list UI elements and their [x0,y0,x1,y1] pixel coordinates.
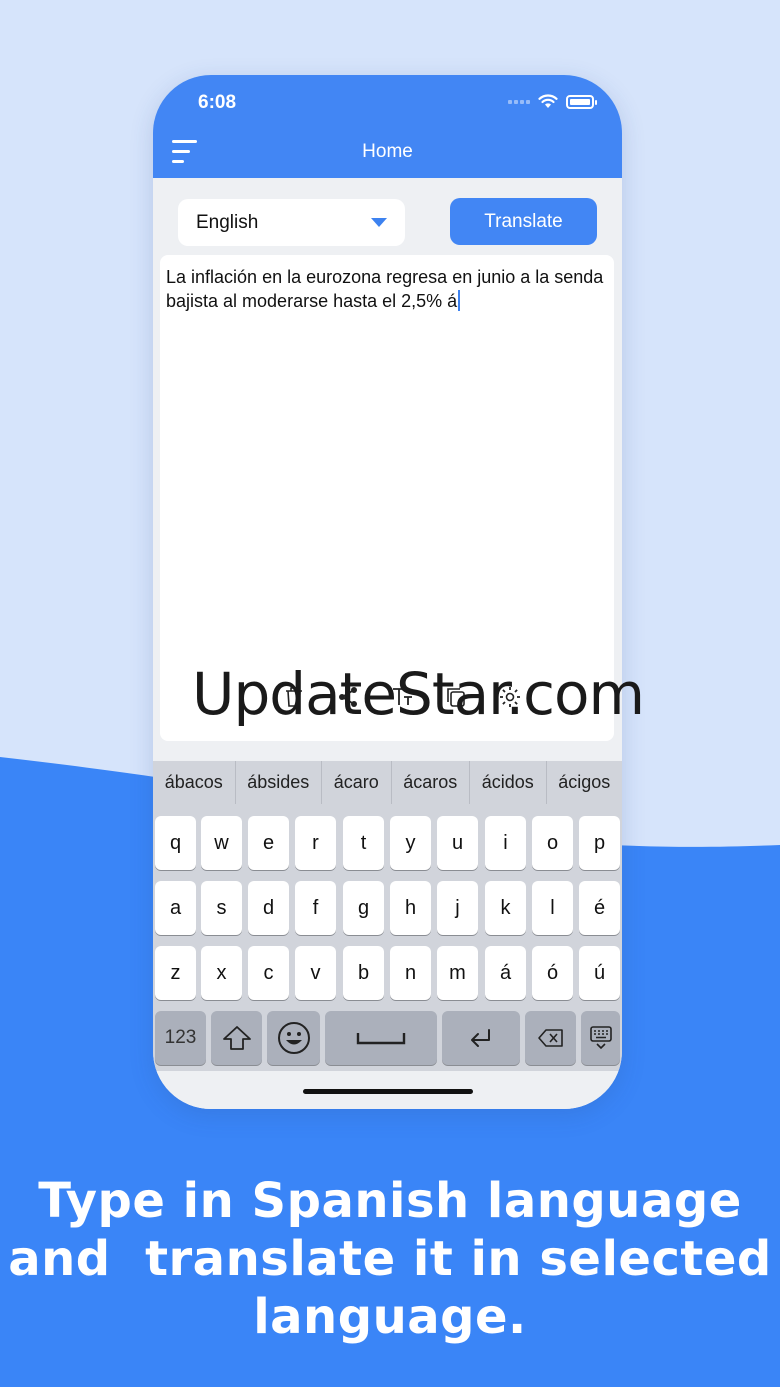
key-s[interactable]: s [201,881,242,935]
battery-icon [566,94,597,109]
key-n[interactable]: n [390,946,431,1000]
share-icon[interactable] [336,685,360,709]
phone-mockup: 6:08 Home English Translate La inflación… [153,75,622,1109]
emoji-key[interactable] [267,1011,320,1065]
key-w[interactable]: w [201,816,242,870]
home-indicator[interactable] [303,1089,473,1094]
text-format-icon[interactable] [390,685,414,709]
shift-key[interactable] [211,1011,262,1065]
key-y[interactable]: y [390,816,431,870]
copy-icon[interactable] [444,685,468,709]
key-x[interactable]: x [201,946,242,1000]
key-r[interactable]: r [295,816,336,870]
wifi-icon [538,94,558,108]
key-p[interactable]: p [579,816,620,870]
key-d[interactable]: d [248,881,289,935]
backspace-icon [537,1029,563,1047]
key-i[interactable]: i [485,816,526,870]
suggestion-item[interactable]: ácaros [392,761,471,804]
return-key[interactable] [442,1011,520,1065]
signal-icon [508,99,530,104]
numbers-key[interactable]: 123 [155,1011,206,1065]
source-text-area[interactable]: La inflación en la eurozona regresa en j… [160,255,614,741]
language-select[interactable]: English [178,199,405,246]
status-time: 6:08 [198,92,237,113]
key-g[interactable]: g [343,881,384,935]
key-e[interactable]: e [248,816,289,870]
settings-gear-icon[interactable] [498,685,522,709]
key-j[interactable]: j [437,881,478,935]
key-m[interactable]: m [437,946,478,1000]
source-text-content: La inflación en la eurozona regresa en j… [166,265,604,313]
page-title: Home [362,141,413,162]
key-e-acute[interactable]: é [579,881,620,935]
key-v[interactable]: v [295,946,336,1000]
key-o[interactable]: o [532,816,573,870]
key-c[interactable]: c [248,946,289,1000]
emoji-icon [277,1022,310,1054]
caption-line: language. [253,1289,527,1345]
suggestion-item[interactable]: ábsides [236,761,323,804]
key-f[interactable]: f [295,881,336,935]
source-text-value: La inflación en la eurozona regresa en j… [166,267,604,311]
key-h[interactable]: h [390,881,431,935]
text-tools [282,685,522,709]
key-q[interactable]: q [155,816,196,870]
suggestion-item[interactable]: ácidos [470,761,547,804]
promo-caption: Type in Spanish language and translate i… [0,1172,780,1346]
space-icon [356,1033,406,1045]
caption-line: and translate it in selected [8,1231,772,1287]
key-a[interactable]: a [155,881,196,935]
key-b[interactable]: b [343,946,384,1000]
caption-line: Type in Spanish language [38,1173,742,1229]
language-select-value: English [196,211,259,233]
dropdown-caret-icon [371,218,387,227]
return-icon [471,1029,490,1047]
key-z[interactable]: z [155,946,196,1000]
key-o-acute[interactable]: ó [532,946,573,1000]
home-indicator-area [153,1071,622,1109]
key-k[interactable]: k [485,881,526,935]
status-icons [508,94,597,109]
suggestion-item[interactable]: ácigos [547,761,622,804]
trash-icon[interactable] [282,685,306,709]
suggestion-item[interactable]: ácaro [322,761,392,804]
key-a-acute[interactable]: á [485,946,526,1000]
keyboard-hide-icon [589,1026,612,1050]
translate-button[interactable]: Translate [450,198,597,245]
key-t[interactable]: t [343,816,384,870]
key-l[interactable]: l [532,881,573,935]
backspace-key[interactable] [525,1011,576,1065]
key-u[interactable]: u [437,816,478,870]
keyboard-hide-key[interactable] [581,1011,620,1065]
app-header: 6:08 Home [153,75,622,178]
keyboard: q w e r t y u i o p a s d f g h j k l é … [153,804,622,1071]
text-cursor [458,290,460,311]
shift-icon [222,1026,251,1050]
suggestion-bar: ábacos ábsides ácaro ácaros ácidos ácigo… [153,761,622,804]
key-u-acute[interactable]: ú [579,946,620,1000]
space-key[interactable] [325,1011,437,1065]
suggestion-item[interactable]: ábacos [153,761,236,804]
